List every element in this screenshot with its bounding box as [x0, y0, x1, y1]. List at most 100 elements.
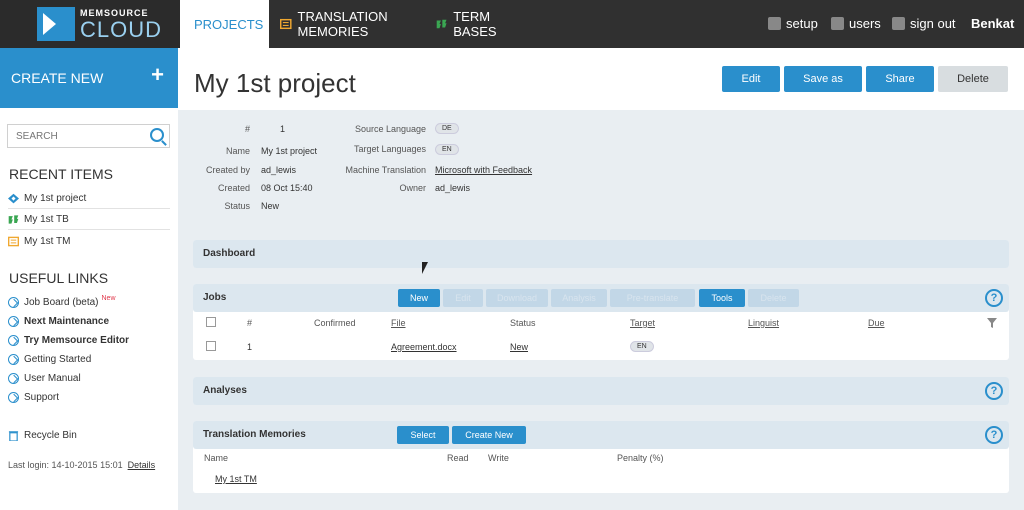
arrow-circle-icon [8, 334, 19, 346]
arrow-circle-icon [8, 296, 19, 308]
wrench-icon [768, 17, 781, 30]
username[interactable]: Benkat [971, 16, 1014, 31]
project-info: # 1 Name My 1st project Created by ad_le… [198, 120, 618, 220]
term-base-icon [436, 19, 447, 29]
search-input[interactable] [8, 125, 138, 147]
link-job-board[interactable]: Job Board (beta) New [8, 292, 170, 312]
create-new-tm-button[interactable]: Create New [452, 426, 526, 444]
link-label: User Manual [24, 372, 81, 384]
column-header-file[interactable]: File [391, 318, 406, 328]
arrow-circle-icon [8, 391, 19, 403]
created-label: Created [217, 183, 250, 193]
help-icon[interactable]: ? [985, 289, 1003, 307]
arrow-circle-icon [8, 315, 19, 327]
edit-job-button[interactable]: Edit [443, 289, 483, 307]
jobs-title: Jobs [203, 292, 227, 303]
tab-projects[interactable]: PROJECTS [180, 0, 269, 48]
setup-label: setup [786, 16, 818, 31]
edit-button[interactable]: Edit [722, 66, 780, 92]
machine-translation-link[interactable]: Microsoft with Feedback [435, 165, 532, 175]
recycle-bin-label: Recycle Bin [24, 429, 77, 441]
owner-label: Owner [399, 183, 426, 193]
last-login: Last login: 14-10-2015 15:01 Details [8, 460, 155, 470]
machine-translation-label: Machine Translation [345, 165, 426, 175]
created-by-value: ad_lewis [261, 165, 297, 175]
source-language-label: Source Language [354, 124, 426, 134]
recent-item-tm[interactable]: My 1st TM [8, 231, 170, 251]
column-header-linguist[interactable]: Linguist [748, 318, 779, 328]
row-status[interactable]: New [510, 342, 528, 352]
target-languages-label: Target Languages [353, 144, 426, 154]
logo-mark-icon [37, 7, 75, 41]
analysis-button[interactable]: Analysis [551, 289, 607, 307]
link-user-manual[interactable]: User Manual [8, 368, 170, 388]
column-header-confirmed[interactable]: Confirmed [314, 318, 356, 328]
dashboard-panel[interactable]: Dashboard [193, 240, 1009, 268]
column-header-due[interactable]: Due [868, 318, 885, 328]
translation-memories-title: Translation Memories [203, 429, 306, 440]
sign-out-link[interactable]: sign out [892, 16, 956, 31]
tools-button[interactable]: Tools [699, 289, 745, 307]
column-header-number[interactable]: # [247, 318, 252, 328]
name-label: Name [225, 146, 250, 156]
filter-icon[interactable] [987, 318, 997, 328]
number-value: 1 [280, 124, 286, 134]
create-new-button[interactable]: CREATE NEW + [0, 48, 178, 108]
column-header-target[interactable]: Target [630, 318, 655, 328]
arrow-circle-icon [8, 372, 19, 384]
setup-link[interactable]: setup [768, 16, 818, 31]
translation-memories-panel: Translation Memories Select Create New ?… [193, 421, 1009, 493]
sidebar: CREATE NEW + RECENT ITEMS My 1st project… [0, 48, 178, 510]
target-language-badge: EN [435, 144, 459, 155]
help-icon[interactable]: ? [985, 426, 1003, 444]
plus-icon: + [151, 62, 164, 87]
translation-memories-header: Translation Memories Select Create New ? [193, 421, 1009, 449]
name-value: My 1st project [261, 146, 318, 156]
save-as-button[interactable]: Save as [784, 66, 862, 92]
page-title: My 1st project [194, 68, 356, 98]
useful-links-heading: USEFUL LINKS [9, 270, 109, 286]
select-tm-button[interactable]: Select [397, 426, 449, 444]
logo-text-big: CLOUD [80, 17, 163, 42]
tm-name-link[interactable]: My 1st TM [215, 474, 257, 484]
link-label: Next Maintenance [24, 315, 110, 327]
pre-translate-button[interactable]: Pre-translate [610, 289, 695, 307]
column-header-penalty: Penalty (%) [617, 453, 664, 463]
row-checkbox[interactable] [206, 341, 216, 351]
users-link[interactable]: users [831, 16, 881, 31]
share-button[interactable]: Share [866, 66, 934, 92]
file-link[interactable]: Agreement.docx [391, 342, 457, 352]
projects-icon [8, 193, 19, 204]
analyses-panel: Analyses ? [193, 377, 1009, 405]
new-job-button[interactable]: New [398, 289, 440, 307]
link-support[interactable]: Support [8, 387, 170, 407]
tab-translation-memories[interactable]: TRANSLATION MEMORIES [272, 0, 424, 48]
link-next-maintenance[interactable]: Next Maintenance [8, 311, 170, 331]
search-icon[interactable] [150, 128, 164, 142]
link-try-editor[interactable]: Try Memsource Editor [8, 330, 170, 350]
link-label: Support [24, 391, 60, 403]
download-button[interactable]: Download [486, 289, 548, 307]
analyses-title: Analyses [203, 385, 247, 396]
tab-term-bases[interactable]: TERM BASES [428, 0, 520, 48]
delete-job-button[interactable]: Delete [748, 289, 799, 307]
recent-item-project[interactable]: My 1st project [8, 189, 170, 209]
help-icon[interactable]: ? [985, 382, 1003, 400]
delete-button[interactable]: Delete [938, 66, 1008, 92]
recent-items-heading: RECENT ITEMS [9, 166, 113, 182]
status-value: New [261, 201, 280, 211]
memsource-logo[interactable]: MEMSOURCE CLOUD [0, 0, 180, 48]
recent-item-label: My 1st TM [24, 235, 71, 247]
select-all-checkbox[interactable] [206, 317, 216, 327]
recent-item-tb[interactable]: My 1st TB [8, 210, 170, 230]
column-header-status[interactable]: Status [510, 318, 536, 328]
new-badge: New [101, 294, 116, 302]
recycle-bin-link[interactable]: Recycle Bin [8, 425, 170, 445]
top-navigation-bar: MEMSOURCE CLOUD PROJECTS TRANSLATION MEM… [0, 0, 1024, 48]
link-getting-started[interactable]: Getting Started [8, 349, 170, 369]
jobs-header: Jobs New Edit Download Analysis Pre-tran… [193, 284, 1009, 312]
link-label: Getting Started [24, 353, 92, 365]
row-target-badge: EN [630, 341, 654, 352]
sign-out-icon [892, 17, 905, 30]
details-link[interactable]: Details [128, 460, 156, 470]
